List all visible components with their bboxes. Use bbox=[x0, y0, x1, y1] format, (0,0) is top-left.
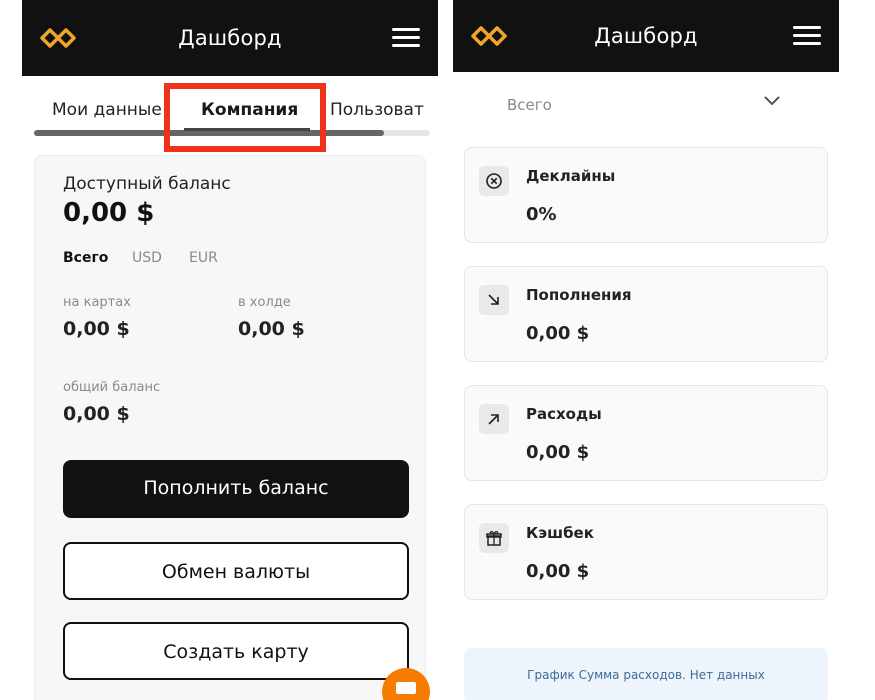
header-title: Дашборд bbox=[178, 26, 282, 50]
currency-tab-usd[interactable]: USD bbox=[132, 250, 162, 266]
stat-card-cashback: Кэшбек 0,00 $ bbox=[464, 504, 828, 600]
chevron-down-icon bbox=[764, 96, 780, 106]
total-balance-value: 0,00 $ bbox=[63, 403, 130, 425]
on-cards-value: 0,00 $ bbox=[63, 318, 130, 340]
app-header: Дашборд bbox=[22, 0, 438, 76]
on-cards-label: на картах bbox=[63, 295, 131, 310]
currency-tab-all[interactable]: Всего bbox=[63, 250, 108, 266]
tab-my-data[interactable]: Мои данные bbox=[52, 100, 162, 120]
header-title: Дашборд bbox=[594, 24, 698, 48]
hamburger-menu-icon[interactable] bbox=[793, 26, 821, 46]
app-header: Дашборд bbox=[453, 0, 839, 72]
tab-users[interactable]: Пользоват bbox=[330, 100, 424, 120]
stat-card-expenses: Расходы 0,00 $ bbox=[464, 385, 828, 481]
expenses-chart-empty-state: График Сумма расходов. Нет данных bbox=[464, 648, 828, 700]
available-balance-label: Доступный баланс bbox=[63, 174, 231, 194]
highlight-annotation bbox=[164, 83, 326, 152]
stat-label: Пополнения bbox=[526, 286, 632, 304]
stat-value: 0,00 $ bbox=[526, 323, 590, 344]
stat-value: 0,00 $ bbox=[526, 561, 590, 582]
currency-tab-eur[interactable]: EUR bbox=[189, 250, 218, 266]
x-circle-icon bbox=[479, 166, 509, 196]
stat-value: 0% bbox=[526, 204, 557, 225]
stat-label: Расходы bbox=[526, 405, 602, 423]
dashboard-left-screen: Дашборд Мои данные Компания Пользоват До… bbox=[22, 0, 438, 700]
on-hold-label: в холде bbox=[238, 295, 291, 310]
hamburger-menu-icon[interactable] bbox=[392, 28, 420, 48]
total-balance-label: общий баланс bbox=[63, 380, 161, 395]
on-hold-value: 0,00 $ bbox=[238, 318, 305, 340]
stat-card-declines: Деклайны 0% bbox=[464, 147, 828, 243]
stat-label: Кэшбек bbox=[526, 524, 594, 542]
period-select[interactable]: Всего bbox=[453, 72, 839, 132]
create-card-button[interactable]: Создать карту bbox=[63, 622, 409, 680]
balance-card: Доступный баланс 0,00 $ Всего USD EUR на… bbox=[34, 155, 426, 700]
available-balance-amount: 0,00 $ bbox=[63, 198, 155, 228]
dashboard-right-screen: Дашборд Всего Деклайны 0% Пополнения 0,0… bbox=[453, 0, 839, 700]
gift-icon bbox=[479, 523, 509, 553]
chat-icon bbox=[396, 682, 416, 694]
period-select-value: Всего bbox=[507, 96, 552, 114]
stat-label: Деклайны bbox=[526, 167, 616, 185]
chart-empty-message: График Сумма расходов. Нет данных bbox=[527, 668, 765, 682]
stat-card-topups: Пополнения 0,00 $ bbox=[464, 266, 828, 362]
topup-balance-button[interactable]: Пополнить баланс bbox=[63, 460, 409, 518]
currency-exchange-button[interactable]: Обмен валюты bbox=[63, 542, 409, 600]
arrow-down-right-icon bbox=[479, 285, 509, 315]
arrow-up-right-icon bbox=[479, 404, 509, 434]
stat-value: 0,00 $ bbox=[526, 442, 590, 463]
